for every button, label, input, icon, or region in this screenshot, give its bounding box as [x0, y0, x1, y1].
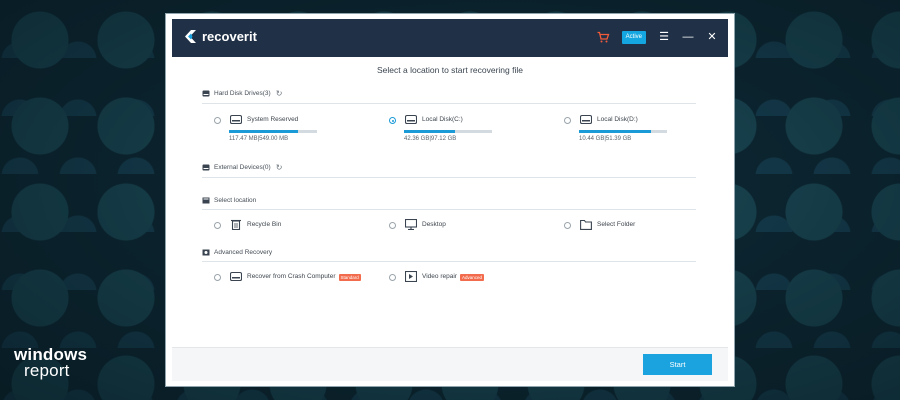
section-advanced-recovery: Advanced Recovery — [202, 249, 272, 256]
drive-label: System Reserved — [247, 116, 299, 123]
divider — [202, 209, 696, 210]
drive-system-reserved[interactable]: System Reserved 117.47 MB|549.00 MB — [214, 114, 317, 142]
advanced-recovery-title: Advanced Recovery — [214, 249, 273, 256]
radio-button[interactable] — [214, 274, 221, 281]
location-select-folder[interactable]: Select Folder — [564, 219, 635, 231]
standard-tag: Standard — [338, 274, 361, 281]
refresh-icon[interactable]: ↻ — [276, 89, 283, 98]
usage-bar — [229, 130, 317, 133]
advanced-video-repair[interactable]: Video repair Advanced — [389, 271, 484, 283]
section-select-location: Select location — [202, 197, 256, 204]
radio-button-selected[interactable] — [389, 117, 396, 124]
minimize-icon[interactable]: — — [682, 29, 694, 45]
cart-icon[interactable] — [596, 30, 610, 44]
drive-local-disk-c[interactable]: Local Disk(C:) 42.36 GB|97.12 GB — [389, 114, 492, 142]
hard-drive-icon — [405, 114, 417, 125]
drive-size: 117.47 MB|549.00 MB — [229, 136, 289, 142]
select-location-title: Select location — [214, 197, 257, 204]
location-icon — [202, 197, 210, 204]
divider — [202, 261, 696, 262]
radio-button[interactable] — [214, 222, 221, 229]
drive-size: 42.36 GB|97.12 GB — [404, 136, 457, 142]
external-device-icon — [202, 164, 210, 171]
watermark-line2: report — [24, 361, 70, 380]
drive-label: Local Disk(D:) — [597, 116, 638, 123]
app-name: recoverit — [202, 29, 257, 44]
divider — [202, 103, 696, 104]
advanced-tag: Advanced — [459, 274, 484, 281]
usage-bar-fill — [404, 130, 456, 133]
folder-icon — [580, 219, 592, 230]
refresh-icon[interactable]: ↻ — [276, 163, 283, 172]
close-icon[interactable]: ✕ — [706, 29, 718, 45]
radio-button[interactable] — [389, 274, 396, 281]
location-desktop[interactable]: Desktop — [389, 219, 446, 231]
usage-bar-fill — [229, 130, 298, 133]
section-external-devices: External Devices(0) ↻ — [202, 163, 282, 172]
radio-button[interactable] — [564, 222, 571, 229]
hard-drive-icon — [580, 114, 592, 125]
main-content: Select a location to start recovering fi… — [172, 57, 728, 347]
radio-button[interactable] — [389, 222, 396, 229]
recoverit-logo-icon — [185, 30, 196, 43]
hard-drive-icon — [230, 114, 242, 125]
start-button[interactable]: Start — [643, 354, 712, 375]
radio-button[interactable] — [214, 117, 221, 124]
location-recycle-bin[interactable]: Recycle Bin — [214, 219, 281, 231]
page-title: Select a location to start recovering fi… — [377, 65, 523, 75]
usage-bar — [579, 130, 667, 133]
section-hard-disk-drives: Hard Disk Drives(3) ↻ — [202, 89, 282, 98]
hard-disk-title: Hard Disk Drives(3) — [214, 90, 271, 97]
advanced-crash-computer[interactable]: Recover from Crash Computer Standard — [214, 271, 361, 283]
title-bar-controls: Active ☰ — ✕ — [596, 29, 718, 45]
recoverit-window: recoverit Active ☰ — ✕ Select a location… — [166, 14, 734, 386]
video-repair-icon — [405, 271, 417, 282]
location-label: Select Folder — [597, 221, 636, 228]
active-badge[interactable]: Active — [621, 30, 646, 44]
drive-local-disk-d[interactable]: Local Disk(D:) 10.44 GB|51.39 GB — [564, 114, 667, 142]
menu-icon[interactable]: ☰ — [658, 29, 670, 45]
crash-computer-icon — [230, 271, 242, 282]
hard-disk-icon — [202, 90, 210, 97]
desktop-icon — [405, 219, 417, 230]
advanced-recovery-icon — [202, 249, 210, 256]
title-bar: recoverit Active ☰ — ✕ — [172, 19, 728, 57]
app-logo: recoverit — [184, 29, 257, 44]
external-devices-title: External Devices(0) — [214, 164, 271, 171]
advanced-label: Video repair — [422, 273, 457, 280]
usage-bar — [404, 130, 492, 133]
footer-bar: Start — [172, 347, 728, 381]
windows-report-watermark: windows report — [14, 346, 87, 380]
recycle-bin-icon — [231, 219, 241, 230]
drive-size: 10.44 GB|51.39 GB — [579, 136, 632, 142]
location-label: Desktop — [422, 221, 446, 228]
location-label: Recycle Bin — [247, 221, 282, 228]
radio-button[interactable] — [564, 117, 571, 124]
advanced-label: Recover from Crash Computer — [247, 273, 336, 280]
divider — [202, 177, 696, 178]
usage-bar-fill — [579, 130, 652, 133]
drive-label: Local Disk(C:) — [422, 116, 463, 123]
